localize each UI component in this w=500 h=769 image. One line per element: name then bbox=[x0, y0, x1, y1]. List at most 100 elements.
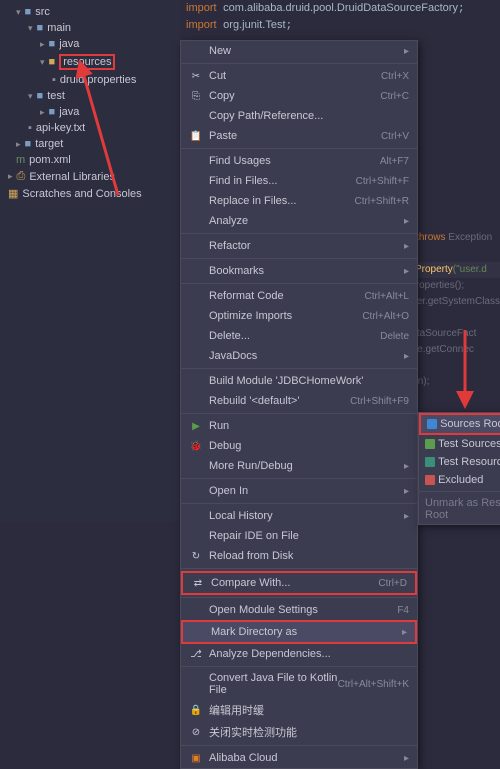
tree-label: Scratches and Consoles bbox=[22, 188, 141, 200]
folder-icon: ■ bbox=[25, 6, 32, 18]
menu-separator bbox=[181, 283, 417, 284]
tree-label: java bbox=[59, 106, 79, 118]
submenu-sources-root[interactable]: Sources Root bbox=[419, 413, 500, 435]
menu-repair-ide[interactable]: Repair IDE on File bbox=[181, 526, 417, 546]
tree-item-apikey[interactable]: ▪api-key.txt bbox=[0, 120, 180, 136]
folder-icon: ■ bbox=[37, 90, 44, 102]
menu-delete[interactable]: Delete...Delete bbox=[181, 326, 417, 346]
menu-find-usages[interactable]: Find UsagesAlt+F7 bbox=[181, 151, 417, 171]
menu-separator bbox=[181, 745, 417, 746]
scratch-icon: ▦ bbox=[8, 187, 18, 200]
menu-open-module-settings[interactable]: Open Module SettingsF4 bbox=[181, 600, 417, 620]
submenu-excluded[interactable]: Excluded bbox=[419, 471, 500, 489]
mark-directory-submenu[interactable]: Sources Root Test Sources Root Test Reso… bbox=[418, 412, 500, 525]
toggle-icon: ⊘ bbox=[189, 725, 203, 739]
submenu-test-resources[interactable]: Test Resources Root bbox=[419, 453, 500, 471]
menu-reload[interactable]: ↻Reload from Disk bbox=[181, 546, 417, 566]
chevron-right-icon: ▸ bbox=[40, 107, 45, 118]
tree-label: src bbox=[35, 6, 50, 18]
lock-icon: 🔒 bbox=[189, 703, 203, 717]
menu-rebuild[interactable]: Rebuild '<default>'Ctrl+Shift+F9 bbox=[181, 391, 417, 411]
menu-more-run[interactable]: More Run/Debug▸ bbox=[181, 456, 417, 476]
submenu-label: Unmark as Resources Root bbox=[425, 497, 500, 521]
submenu-test-sources[interactable]: Test Sources Root bbox=[419, 435, 500, 453]
chevron-right-icon: ▸ bbox=[404, 241, 409, 252]
tree-label: External Libraries bbox=[29, 171, 115, 183]
menu-analyze-dependencies[interactable]: ⎇Analyze Dependencies... bbox=[181, 644, 417, 664]
menu-run[interactable]: ▶Run bbox=[181, 416, 417, 436]
tree-item-main[interactable]: ▾■main bbox=[0, 20, 180, 36]
tree-item-scratches[interactable]: ▦ Scratches and Consoles bbox=[0, 185, 180, 202]
menu-optimize[interactable]: Optimize ImportsCtrl+Alt+O bbox=[181, 306, 417, 326]
chevron-right-icon: ▸ bbox=[404, 46, 409, 57]
tree-label: pom.xml bbox=[29, 154, 71, 166]
chevron-down-icon: ▾ bbox=[16, 7, 21, 18]
chevron-right-icon: ▸ bbox=[40, 39, 45, 50]
tree-item-test[interactable]: ▾■test bbox=[0, 88, 180, 104]
menu-build-module[interactable]: Build Module 'JDBCHomeWork' bbox=[181, 371, 417, 391]
folder-icon: ■ bbox=[37, 22, 44, 34]
test-resources-icon bbox=[425, 457, 435, 467]
menu-copy-path[interactable]: Copy Path/Reference... bbox=[181, 106, 417, 126]
menu-separator bbox=[181, 63, 417, 64]
submenu-unmark[interactable]: Unmark as Resources Root bbox=[419, 494, 500, 524]
menu-separator bbox=[181, 568, 417, 569]
menu-analyze[interactable]: Analyze▸ bbox=[181, 211, 417, 231]
menu-copy[interactable]: ⎘CopyCtrl+C bbox=[181, 86, 417, 106]
tree-item-java-test[interactable]: ▸ ■java bbox=[0, 104, 180, 120]
sources-root-icon bbox=[427, 419, 437, 429]
menu-replace-files[interactable]: Replace in Files...Ctrl+Shift+R bbox=[181, 191, 417, 211]
menu-cut[interactable]: ✂CutCtrl+X bbox=[181, 66, 417, 86]
excluded-icon bbox=[425, 475, 435, 485]
menu-separator bbox=[181, 503, 417, 504]
submenu-label: Test Resources Root bbox=[438, 456, 500, 468]
menu-convert-kotlin[interactable]: Convert Java File to Kotlin FileCtrl+Alt… bbox=[181, 669, 417, 699]
menu-separator bbox=[419, 491, 500, 492]
tree-item-resources[interactable]: ▾■resources bbox=[0, 52, 180, 72]
copy-icon: ⎘ bbox=[189, 89, 203, 103]
file-icon: ▪ bbox=[52, 74, 56, 86]
menu-alibaba-cloud[interactable]: ▣Alibaba Cloud▸ bbox=[181, 748, 417, 768]
tree-item-src[interactable]: ▾ ■src bbox=[0, 4, 180, 20]
tree-label: java bbox=[59, 38, 79, 50]
submenu-label: Excluded bbox=[438, 474, 483, 486]
menu-new[interactable]: New▸ bbox=[181, 41, 417, 61]
menu-compare[interactable]: ⇄Compare With...Ctrl+D bbox=[181, 571, 417, 595]
paste-icon: 📋 bbox=[189, 129, 203, 143]
chevron-right-icon: ▸ bbox=[8, 171, 13, 182]
tree-item-target[interactable]: ▸■target bbox=[0, 136, 180, 152]
bug-icon: 🐞 bbox=[189, 439, 203, 453]
test-sources-icon bbox=[425, 439, 435, 449]
tree-label: target bbox=[35, 138, 63, 150]
tree-item-external-libs[interactable]: ▸⎙External Libraries bbox=[0, 168, 180, 185]
project-tree[interactable]: ▾■src ▾■main ▸■java ▾■resources ▪druid.p… bbox=[0, 0, 180, 521]
alibaba-icon: ▣ bbox=[189, 751, 203, 765]
diff-icon: ⇄ bbox=[191, 576, 205, 590]
menu-refactor[interactable]: Refactor▸ bbox=[181, 236, 417, 256]
menu-javadocs[interactable]: JavaDocs▸ bbox=[181, 346, 417, 366]
code-line: import org.junit.Test; bbox=[180, 17, 500, 34]
tree-item-java[interactable]: ▸ ■java bbox=[0, 36, 180, 52]
play-icon: ▶ bbox=[189, 419, 203, 433]
menu-bookmarks[interactable]: Bookmarks▸ bbox=[181, 261, 417, 281]
code-line: import com.alibaba.druid.pool.DruidDataS… bbox=[180, 0, 500, 17]
tree-item-pom[interactable]: m pom.xml bbox=[0, 152, 180, 168]
menu-cn2[interactable]: ⊘关闭实时检测功能 bbox=[181, 721, 417, 743]
menu-paste[interactable]: 📋PasteCtrl+V bbox=[181, 126, 417, 146]
menu-mark-directory-as[interactable]: Mark Directory as▸ bbox=[181, 620, 417, 644]
menu-open-in[interactable]: Open In▸ bbox=[181, 481, 417, 501]
tree-item-druid-properties[interactable]: ▪druid.properties bbox=[0, 72, 180, 88]
menu-reformat[interactable]: Reformat CodeCtrl+Alt+L bbox=[181, 286, 417, 306]
chevron-right-icon: ▸ bbox=[404, 266, 409, 277]
tree-label: main bbox=[47, 22, 71, 34]
menu-separator bbox=[181, 368, 417, 369]
chevron-right-icon: ▸ bbox=[404, 511, 409, 522]
maven-icon: m bbox=[16, 154, 25, 166]
context-menu[interactable]: New▸ ✂CutCtrl+X ⎘CopyCtrl+C Copy Path/Re… bbox=[180, 40, 418, 769]
menu-debug[interactable]: 🐞Debug bbox=[181, 436, 417, 456]
folder-icon: ■ bbox=[49, 106, 56, 118]
menu-cn1[interactable]: 🔒编辑用时缓 bbox=[181, 699, 417, 721]
menu-local-history[interactable]: Local History▸ bbox=[181, 506, 417, 526]
menu-find-files[interactable]: Find in Files...Ctrl+Shift+F bbox=[181, 171, 417, 191]
folder-icon: ■ bbox=[49, 38, 56, 50]
